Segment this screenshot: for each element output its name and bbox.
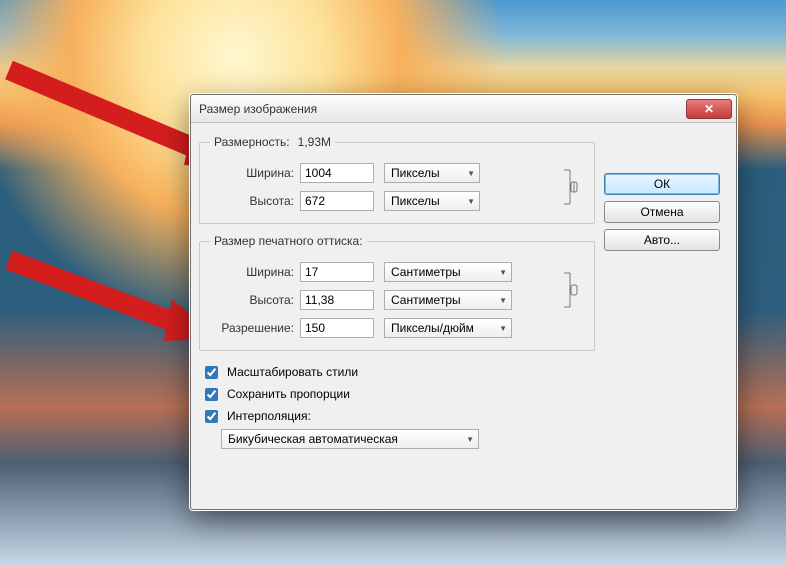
document-size-group: Размер печатного оттиска: Ширина: Сантим… (199, 234, 595, 351)
chevron-down-icon: ▼ (499, 268, 507, 277)
dialog-title: Размер изображения (199, 102, 317, 116)
dimensions-label: Размерность: (214, 135, 290, 149)
scale-styles-checkbox[interactable] (205, 366, 218, 379)
auto-button[interactable]: Авто... (604, 229, 720, 251)
link-icon[interactable] (554, 262, 584, 318)
link-icon[interactable] (554, 164, 584, 210)
chevron-down-icon: ▼ (499, 324, 507, 333)
document-size-legend: Размер печатного оттиска: (210, 234, 367, 248)
resample-checkbox[interactable] (205, 410, 218, 423)
resolution-input[interactable] (300, 318, 374, 338)
close-icon: ✕ (704, 103, 714, 115)
doc-width-label: Ширина: (210, 265, 300, 279)
doc-width-input[interactable] (300, 262, 374, 282)
constrain-checkbox[interactable] (205, 388, 218, 401)
resample-method-select[interactable]: Бикубическая автоматическая ▼ (221, 429, 479, 449)
dimensions-value: 1,93M (298, 135, 331, 149)
width-label: Ширина: (210, 166, 300, 180)
scale-styles-label: Масштабировать стили (227, 365, 358, 379)
resample-label: Интерполяция: (227, 409, 311, 423)
chevron-down-icon: ▼ (467, 197, 475, 206)
constrain-label: Сохранить пропорции (227, 387, 350, 401)
width-input[interactable] (300, 163, 374, 183)
resolution-label: Разрешение: (210, 321, 300, 335)
chevron-down-icon: ▼ (499, 296, 507, 305)
titlebar[interactable]: Размер изображения ✕ (191, 95, 736, 123)
height-unit-select[interactable]: Пикселы ▼ (384, 191, 480, 211)
chevron-down-icon: ▼ (466, 435, 474, 444)
chevron-down-icon: ▼ (467, 169, 475, 178)
pixel-dimensions-legend: Размерность: 1,93M (210, 135, 335, 149)
image-size-dialog: Размер изображения ✕ Размерность: 1,93M … (190, 94, 737, 510)
close-button[interactable]: ✕ (686, 99, 732, 119)
doc-height-label: Высота: (210, 293, 300, 307)
doc-height-input[interactable] (300, 290, 374, 310)
height-label: Высота: (210, 194, 300, 208)
doc-width-unit-select[interactable]: Сантиметры ▼ (384, 262, 512, 282)
ok-button[interactable]: ОК (604, 173, 720, 195)
doc-height-unit-value: Сантиметры (391, 293, 461, 307)
pixel-dimensions-group: Размерность: 1,93M Ширина: Пикселы ▼ (199, 135, 595, 224)
cancel-button[interactable]: Отмена (604, 201, 720, 223)
resolution-unit-select[interactable]: Пикселы/дюйм ▼ (384, 318, 512, 338)
resolution-unit-value: Пикселы/дюйм (391, 321, 474, 335)
doc-height-unit-select[interactable]: Сантиметры ▼ (384, 290, 512, 310)
width-unit-value: Пикселы (391, 166, 440, 180)
height-input[interactable] (300, 191, 374, 211)
height-unit-value: Пикселы (391, 194, 440, 208)
width-unit-select[interactable]: Пикселы ▼ (384, 163, 480, 183)
doc-width-unit-value: Сантиметры (391, 265, 461, 279)
resample-method-value: Бикубическая автоматическая (228, 432, 398, 446)
